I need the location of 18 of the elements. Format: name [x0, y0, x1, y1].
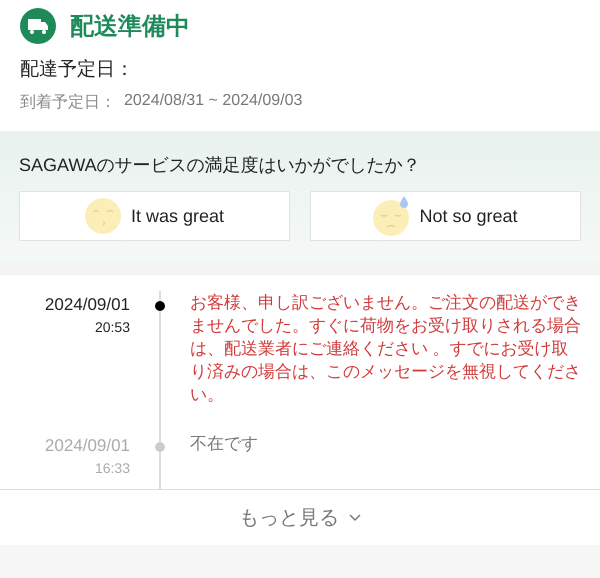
- survey-question: SAGAWAのサービスの満足度はいかがでしたか？: [19, 154, 422, 177]
- arrival-date-range: 2024/08/31 ~ 2024/09/03: [124, 92, 302, 111]
- sweat-face-icon: [373, 196, 410, 236]
- rating-button[interactable]: It was great: [19, 191, 290, 241]
- event-message: お客様、申し訳ございません。ご注文の配送ができませんでした。すぐに荷物をお受け取りされる場合は、配送業者にご連絡ください 。すでにお受け取り済みの場合は、このメッセージを無視してください。: [190, 292, 582, 406]
- smiley-icon: [84, 198, 121, 234]
- event-time: 20:53: [94, 319, 130, 335]
- event-time: 16:33: [94, 460, 130, 476]
- arrival-label: 到着予定日：: [20, 92, 116, 113]
- rating-button[interactable]: Not so great: [310, 191, 581, 241]
- truck-icon: [20, 8, 56, 44]
- event-date: 2024/09/01: [44, 436, 130, 456]
- event-message: 不在です: [190, 433, 259, 455]
- delivery-date-label: 配達予定日：: [20, 58, 135, 82]
- event-date: 2024/09/01: [44, 295, 130, 315]
- shipping-status: 配送準備中: [70, 12, 190, 42]
- show-more-button[interactable]: もっと見る: [0, 489, 600, 545]
- chevron-down-icon: [349, 514, 361, 522]
